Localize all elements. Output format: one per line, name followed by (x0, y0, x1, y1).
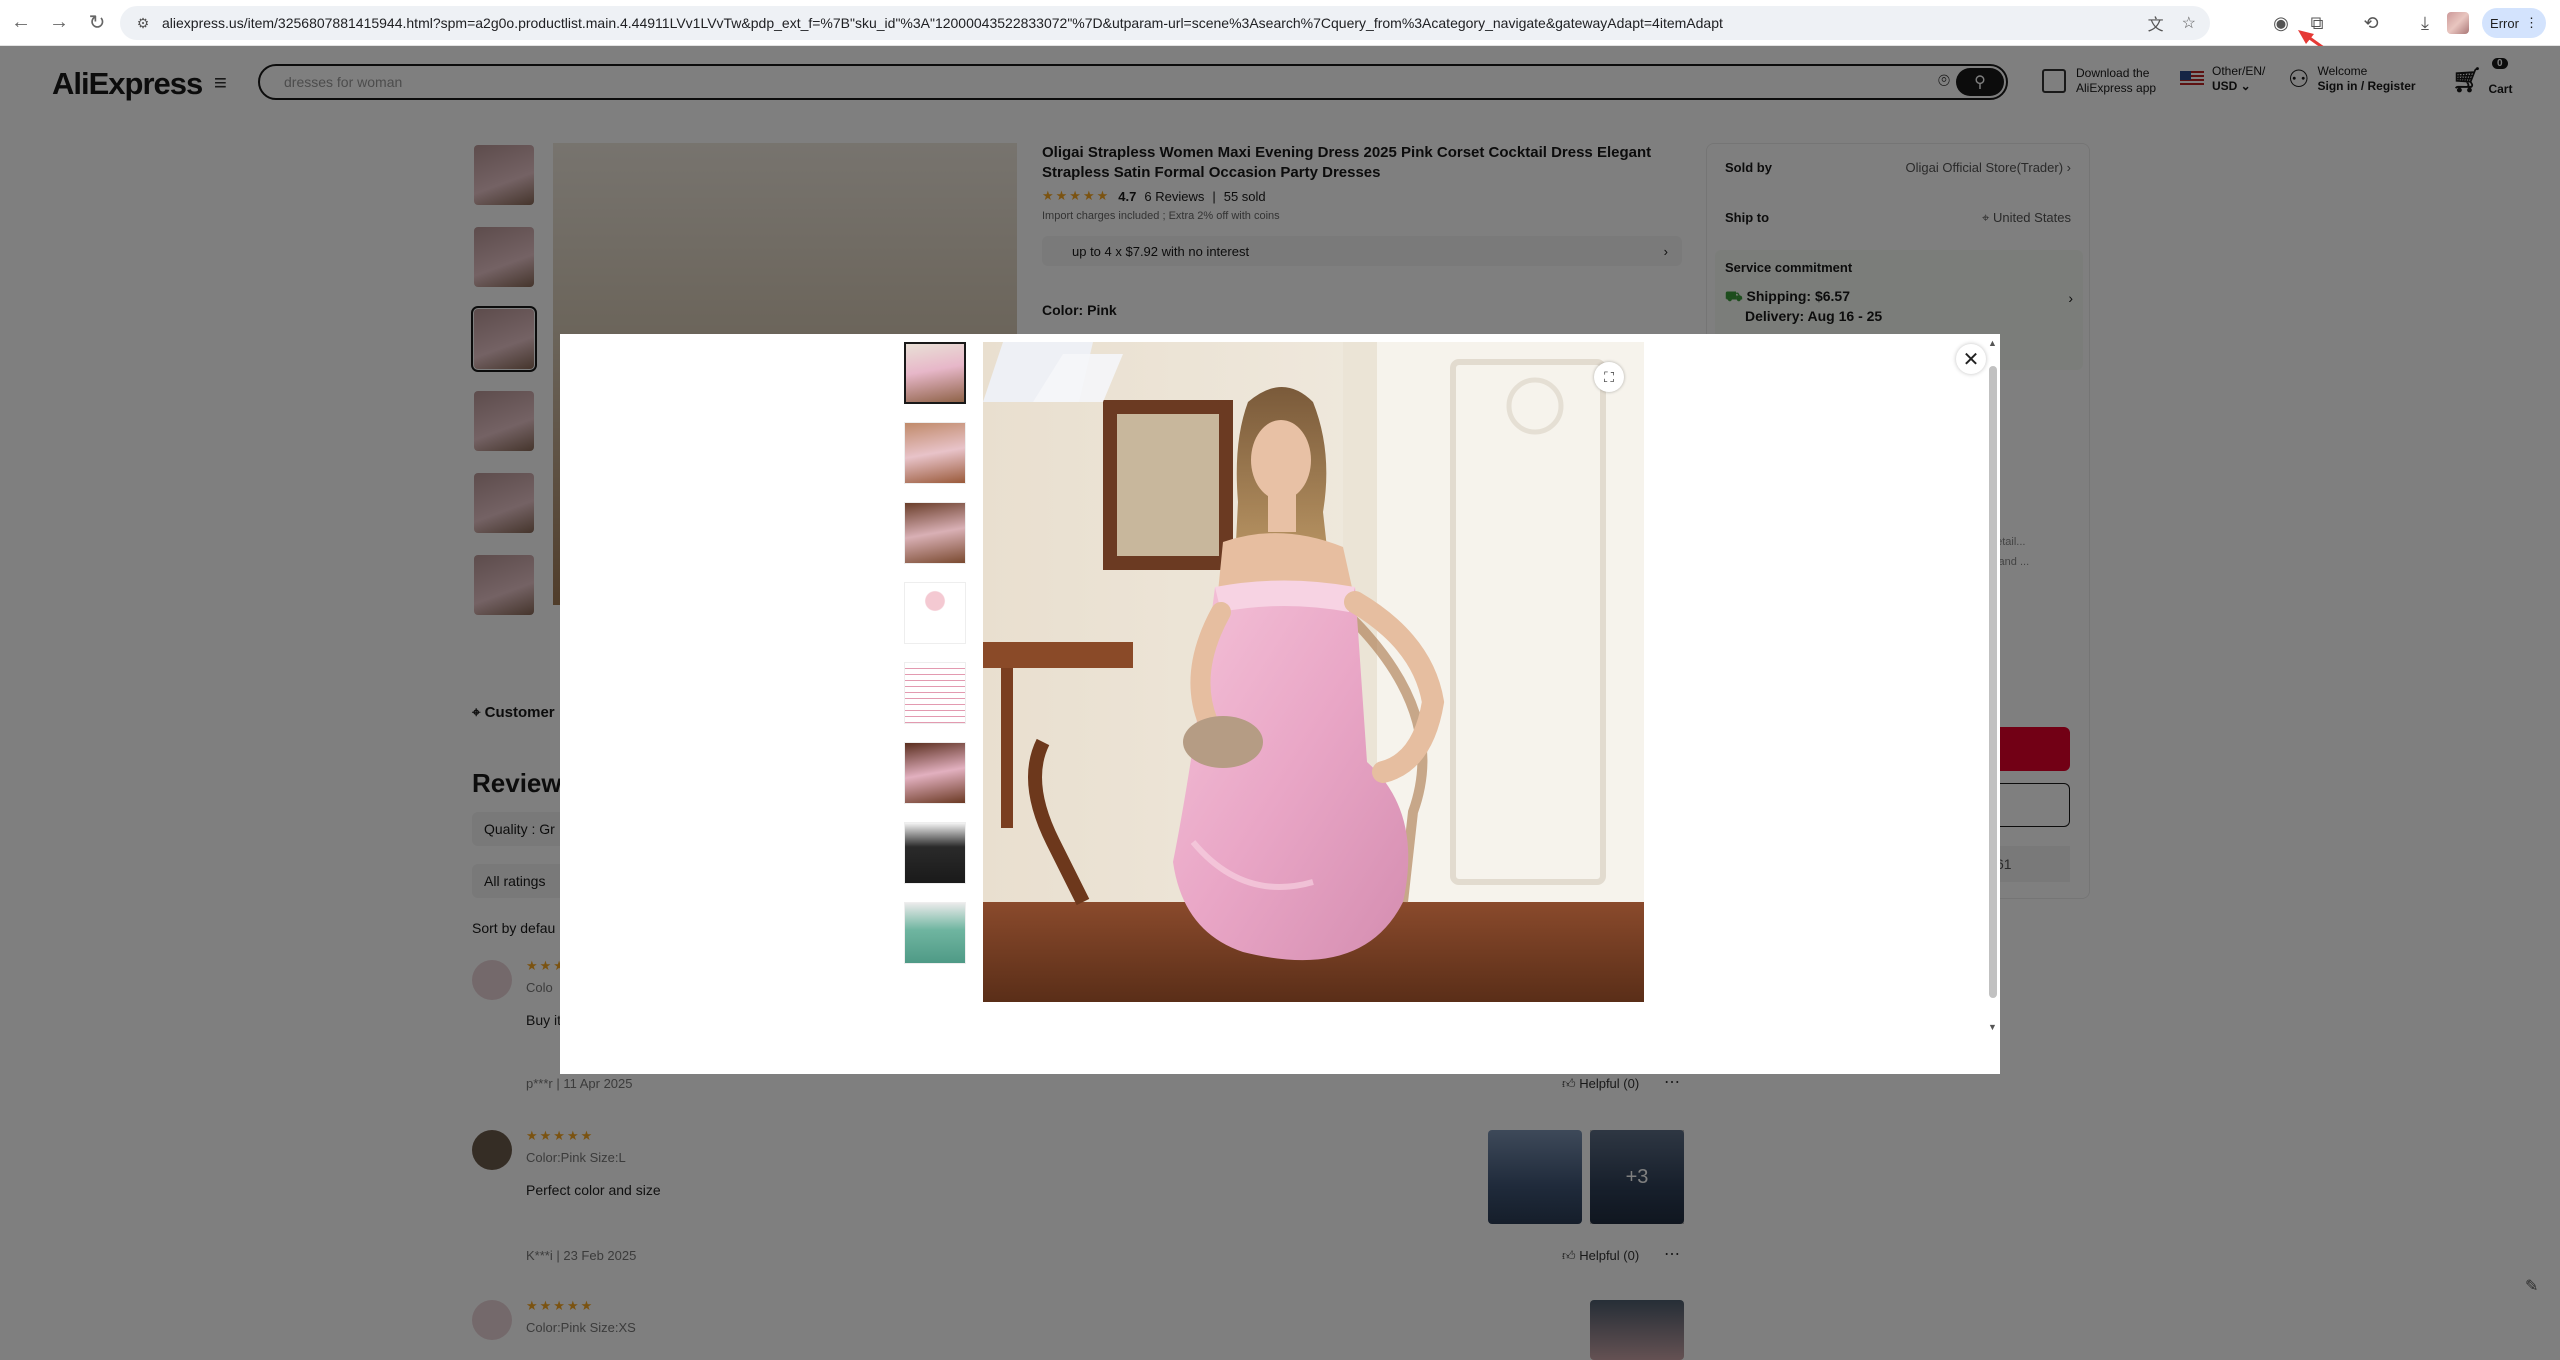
gallery-thumb[interactable] (904, 662, 966, 724)
scroll-up-icon[interactable]: ▲ (1988, 338, 1997, 348)
gallery-main-image[interactable] (983, 342, 1644, 1002)
gallery-thumb[interactable] (904, 742, 966, 804)
zoom-icon[interactable]: ⛶ (1594, 362, 1624, 392)
dress-photo (983, 342, 1644, 1002)
bookmark-star-icon[interactable]: ☆ (2182, 13, 2196, 33)
back-arrow-icon[interactable]: ← (4, 6, 38, 40)
site-info-icon[interactable]: ⚙ (134, 14, 152, 32)
gallery-thumb[interactable] (904, 342, 966, 404)
error-button[interactable]: Error ⋮ (2482, 8, 2546, 38)
extension-icon[interactable]: ◉ (2264, 6, 2298, 40)
gallery-thumb[interactable] (904, 582, 966, 644)
modal-scrollbar[interactable]: ▲ ▼ (1988, 338, 1998, 1038)
translate-icon[interactable]: 文 (2148, 11, 2164, 35)
kebab-menu-icon: ⋮ (2524, 15, 2538, 30)
media-icon[interactable]: ⟲ (2354, 6, 2388, 40)
error-label: Error (2490, 15, 2519, 31)
url-text: aliexpress.us/item/3256807881415944.html… (162, 15, 1723, 31)
reload-icon[interactable]: ↻ (80, 6, 114, 40)
gallery-thumb[interactable] (904, 822, 966, 884)
browser-toolbar: ← → ↻ ⚙ aliexpress.us/item/3256807881415… (0, 0, 2560, 66)
download-icon[interactable]: ⤓ (2408, 6, 2442, 40)
forward-arrow-icon[interactable]: → (42, 6, 76, 40)
profile-avatar[interactable] (2447, 12, 2469, 34)
scroll-down-icon[interactable]: ▼ (1988, 1022, 1997, 1032)
address-bar[interactable]: ⚙ aliexpress.us/item/3256807881415944.ht… (120, 6, 2210, 40)
image-gallery-modal: ⛶ ✕ ▲ ▼ (560, 334, 2000, 1074)
close-icon[interactable]: ✕ (1956, 344, 1986, 374)
gallery-thumb[interactable] (904, 422, 966, 484)
gallery-thumb[interactable] (904, 902, 966, 964)
gallery-thumb[interactable] (904, 502, 966, 564)
scrollbar-thumb[interactable] (1989, 366, 1997, 998)
